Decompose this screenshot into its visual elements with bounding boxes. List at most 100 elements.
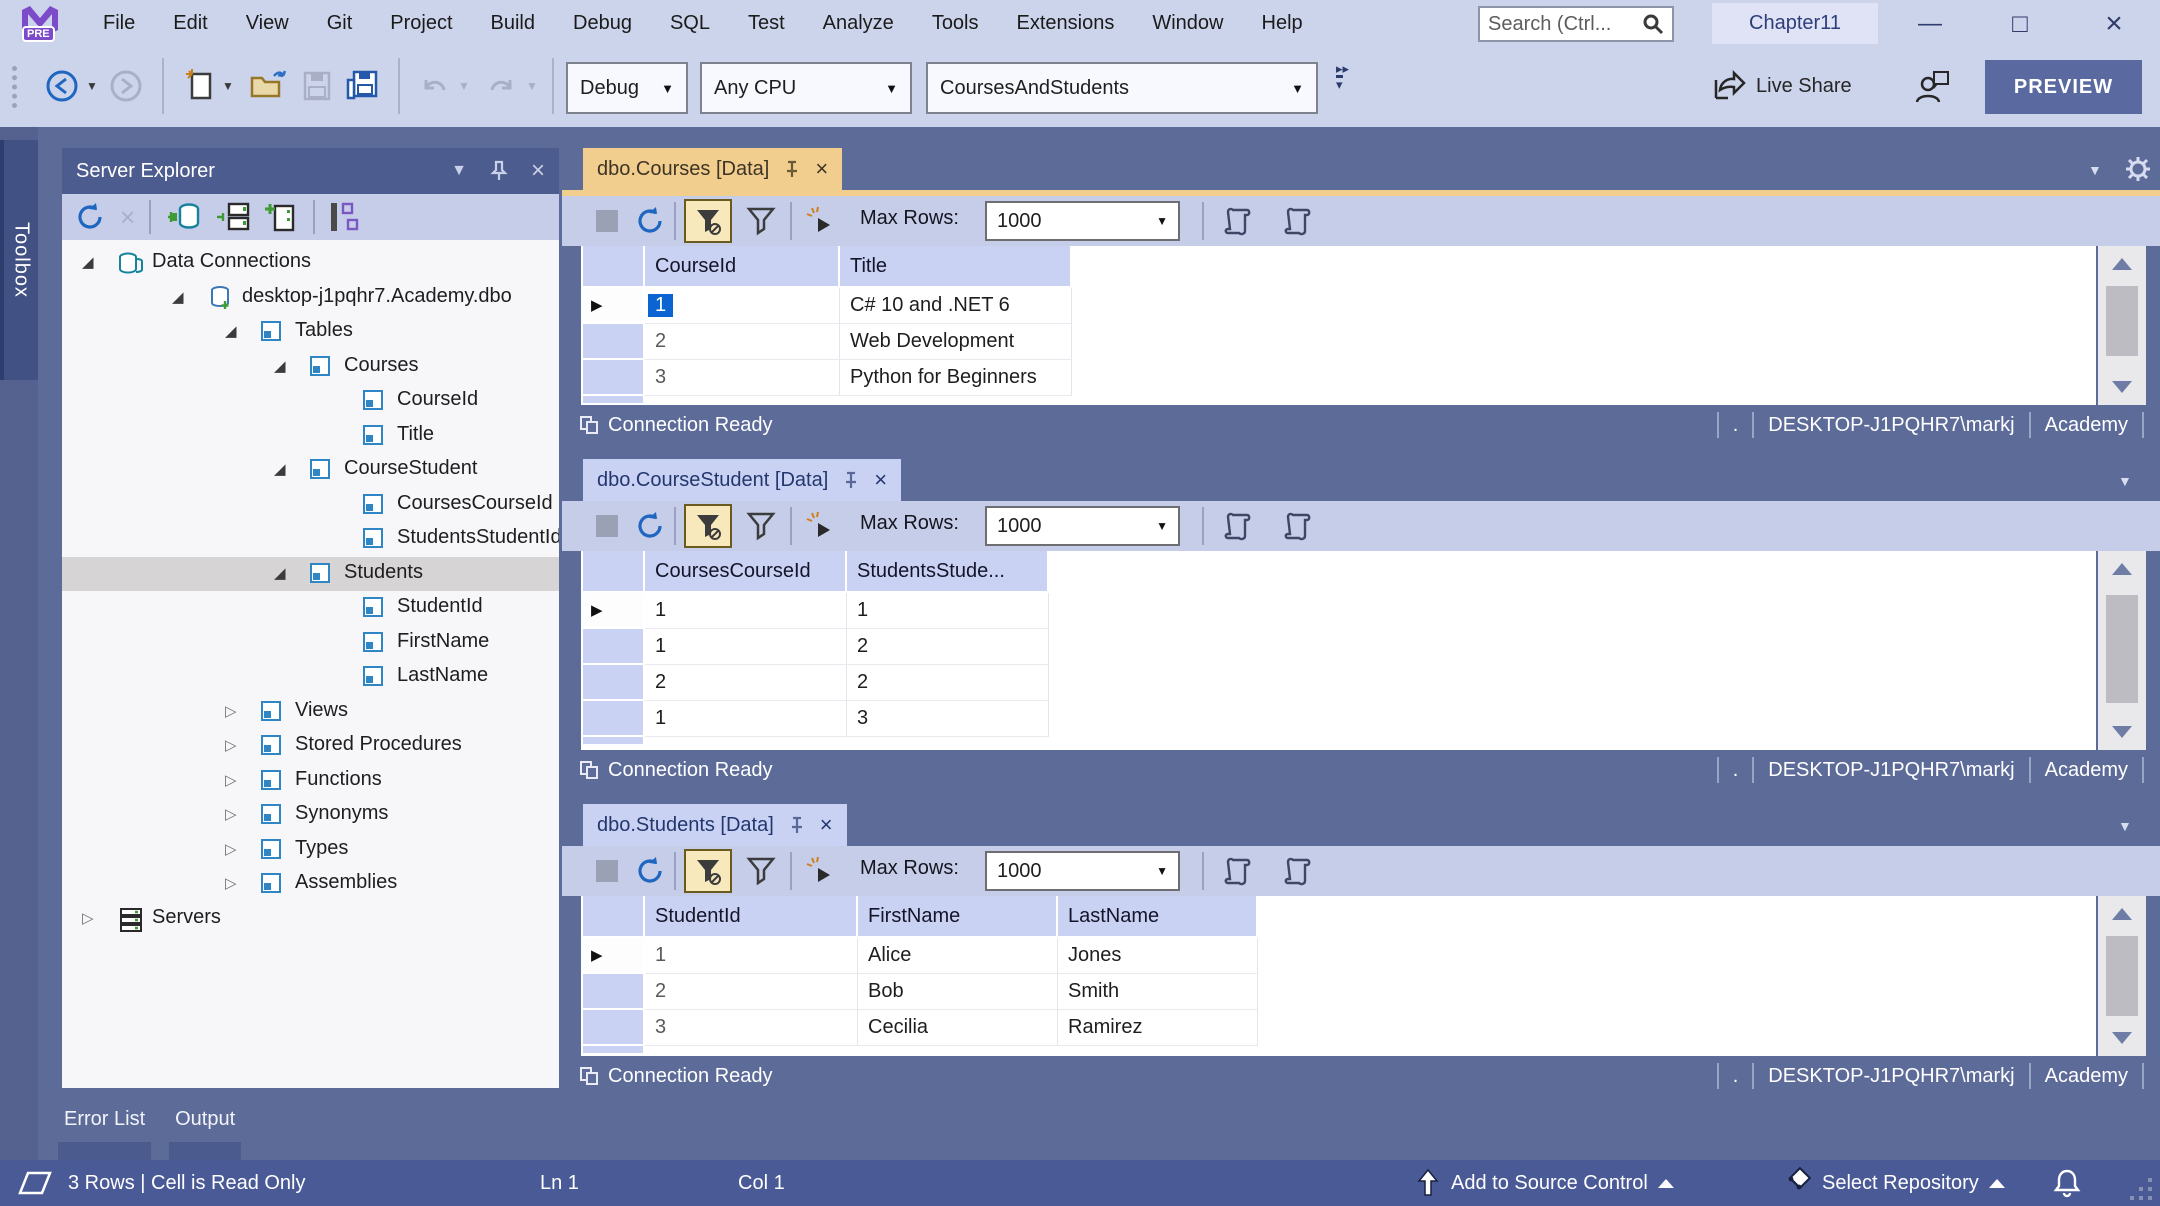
new-row-selector[interactable] [583, 737, 645, 746]
search-input[interactable]: Search (Ctrl... [1478, 6, 1674, 42]
script-wand-icon[interactable] [804, 509, 838, 543]
tree-item-assemblies[interactable]: Assemblies [62, 867, 559, 901]
server-explorer-header[interactable]: Server Explorer ▼ × [62, 148, 559, 194]
cell-title[interactable]: Python for Beginners [840, 360, 1072, 396]
tree-item-stored-procedures[interactable]: Stored Procedures [62, 729, 559, 763]
toolbox-tab[interactable]: Toolbox [0, 140, 38, 380]
sql-script-pane-icon[interactable] [1220, 204, 1254, 238]
cell[interactable]: 1 [645, 593, 847, 629]
toolbar-overflow-button[interactable]: ▸▸▾ [1336, 62, 1349, 91]
cell-title[interactable]: C# 10 and .NET 6 [840, 288, 1072, 324]
connect-to-server-icon[interactable] [215, 200, 251, 234]
cell[interactable]: 1 [645, 629, 847, 665]
cell-courseid[interactable]: 2 [645, 324, 840, 360]
expander-icon[interactable] [274, 564, 286, 582]
connect-to-database-icon[interactable] [165, 200, 201, 234]
column-header-studentid[interactable]: StudentId [645, 896, 858, 938]
solution-configurations-dropdown[interactable]: Debug ▼ [566, 62, 688, 114]
expander-icon[interactable] [225, 874, 237, 892]
cell-courseid[interactable]: 3 [645, 360, 840, 396]
remove-filter-button[interactable] [684, 199, 732, 243]
menu-sql[interactable]: SQL [655, 8, 725, 39]
scrollbar-thumb[interactable] [2106, 286, 2138, 356]
startup-projects-dropdown[interactable]: CoursesAndStudents ▼ [926, 62, 1318, 114]
open-folder-icon[interactable] [248, 58, 288, 114]
tree-item-lastname-column[interactable]: LastName [62, 660, 559, 694]
filter-icon[interactable] [746, 511, 776, 541]
row-selector[interactable] [583, 629, 645, 665]
live-share-button[interactable]: Live Share [1712, 58, 1852, 114]
scroll-up-icon[interactable] [2112, 258, 2132, 270]
expander-icon[interactable] [82, 253, 94, 271]
menu-build[interactable]: Build [476, 8, 550, 39]
stop-refresh-icon[interactable]: × [120, 202, 135, 233]
students-grid-scrollbar[interactable] [2098, 896, 2146, 1056]
navigate-back-button[interactable] [44, 58, 80, 114]
current-row-marker[interactable]: ▶ [583, 938, 645, 974]
scroll-up-icon[interactable] [2112, 563, 2132, 575]
expander-icon[interactable] [225, 702, 237, 720]
scrollbar-thumb[interactable] [2106, 595, 2138, 703]
feedback-icon[interactable] [1912, 66, 1954, 114]
tree-item-title-column[interactable]: Title [62, 419, 559, 453]
sql-script-pane-icon[interactable] [1220, 854, 1254, 888]
max-rows-dropdown[interactable]: 1000 ▼ [985, 201, 1180, 241]
menu-file[interactable]: File [88, 8, 150, 39]
close-tab-icon[interactable]: × [874, 467, 887, 493]
tree-item-coursestudent-table[interactable]: CourseStudent [62, 453, 559, 487]
tree-item-studentid-column[interactable]: StudentId [62, 591, 559, 625]
menu-git[interactable]: Git [312, 8, 368, 39]
scroll-up-icon[interactable] [2112, 908, 2132, 920]
diagram-pane-icon[interactable] [1280, 854, 1314, 888]
max-rows-dropdown[interactable]: 1000 ▼ [985, 851, 1180, 891]
refresh-icon[interactable] [634, 510, 666, 542]
script-wand-icon[interactable] [804, 854, 838, 888]
window-position-dropdown-icon[interactable]: ▼ [451, 162, 467, 180]
expander-icon[interactable] [82, 909, 94, 927]
menu-window[interactable]: Window [1137, 8, 1238, 39]
max-rows-dropdown[interactable]: 1000 ▼ [985, 506, 1180, 546]
coursestudent-grid-scrollbar[interactable] [2098, 551, 2146, 750]
menu-view[interactable]: View [231, 8, 304, 39]
add-to-source-control-button[interactable]: Add to Source Control [1415, 1168, 1674, 1198]
redo-dropdown[interactable]: ▼ [526, 58, 538, 114]
tab-dbo-coursestudent[interactable]: dbo.CourseStudent [Data] × [583, 459, 901, 501]
cell-studentid[interactable]: 3 [645, 1010, 858, 1046]
cell-firstname[interactable]: Cecilia [858, 1010, 1058, 1046]
scroll-down-icon[interactable] [2112, 726, 2132, 738]
document-list-dropdown-icon[interactable]: ▼ [2118, 473, 2132, 489]
tree-item-synonyms[interactable]: Synonyms [62, 798, 559, 832]
sql-script-pane-icon[interactable] [1220, 509, 1254, 543]
maximize-button[interactable]: □ [1988, 0, 2052, 47]
expander-icon[interactable] [274, 460, 286, 478]
scroll-down-icon[interactable] [2112, 1032, 2132, 1044]
column-header-lastname[interactable]: LastName [1058, 896, 1258, 938]
cell[interactable]: 2 [847, 665, 1049, 701]
column-header-courseid[interactable]: CourseId [645, 246, 840, 288]
navigate-back-dropdown[interactable]: ▼ [86, 58, 98, 114]
resize-grip[interactable] [2128, 1176, 2154, 1202]
script-wand-icon[interactable] [804, 204, 838, 238]
expander-icon[interactable] [225, 805, 237, 823]
pin-icon[interactable] [783, 159, 801, 179]
solution-platforms-dropdown[interactable]: Any CPU ▼ [700, 62, 912, 114]
tab-dbo-courses[interactable]: dbo.Courses [Data] × [583, 148, 842, 190]
stop-icon[interactable] [596, 210, 618, 232]
menu-extensions[interactable]: Extensions [1002, 8, 1130, 39]
expander-icon[interactable] [225, 771, 237, 789]
cell[interactable]: 2 [645, 665, 847, 701]
selected-cell[interactable]: 1 [648, 294, 673, 317]
solution-name-tab[interactable]: Chapter11 [1712, 3, 1878, 44]
refresh-icon[interactable] [74, 201, 106, 233]
cell-firstname[interactable]: Alice [858, 938, 1058, 974]
tree-item-functions[interactable]: Functions [62, 764, 559, 798]
column-header-coursescourseid[interactable]: CoursesCourseId [645, 551, 847, 593]
tree-item-database[interactable]: desktop-j1pqhr7.Academy.dbo [62, 281, 559, 315]
select-repository-button[interactable]: Select Repository [1778, 1166, 2005, 1200]
gear-icon[interactable] [2124, 155, 2152, 183]
refresh-icon[interactable] [634, 205, 666, 237]
menu-edit[interactable]: Edit [158, 8, 222, 39]
tab-output[interactable]: Output [173, 1108, 237, 1131]
cell[interactable]: 3 [847, 701, 1049, 737]
current-row-marker[interactable]: ▶ [583, 593, 645, 629]
